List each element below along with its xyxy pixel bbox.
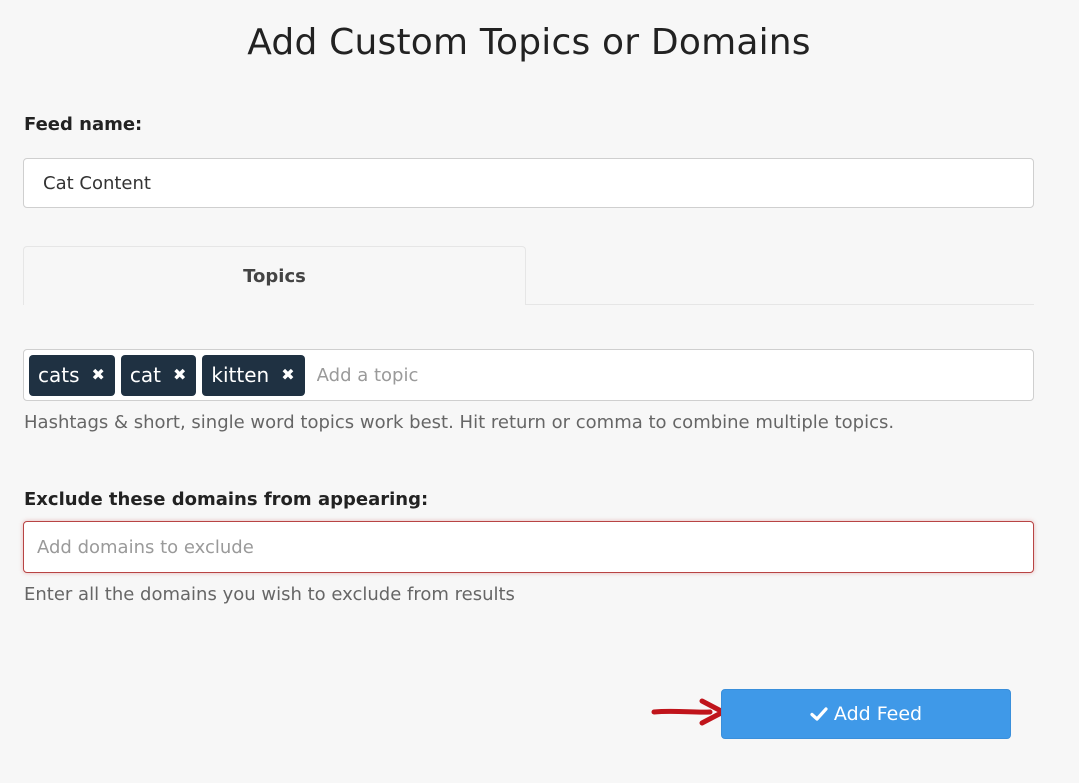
topics-help-text: Hashtags & short, single word topics wor…	[24, 412, 895, 433]
close-icon[interactable]: ✖	[92, 367, 105, 383]
add-topic-input[interactable]	[310, 354, 431, 396]
add-feed-button[interactable]: Add Feed	[721, 689, 1011, 739]
red-arrow-icon	[651, 698, 726, 726]
topic-tag-label: cats	[38, 363, 80, 387]
exclude-domains-label: Exclude these domains from appearing:	[24, 489, 429, 510]
feed-name-input[interactable]	[23, 158, 1034, 208]
topic-tag: kitten ✖	[202, 354, 305, 396]
tab-topics[interactable]: Topics	[23, 246, 526, 305]
add-feed-label: Add Feed	[833, 703, 923, 725]
topic-tag-label: cat	[129, 363, 162, 387]
topic-tag-label: kitten	[211, 363, 270, 387]
close-icon[interactable]: ✖	[173, 367, 186, 383]
topic-tag: cats ✖	[29, 354, 115, 396]
exclude-domains-input[interactable]	[23, 521, 1034, 573]
add-feed-page: Add Custom Topics or Domains Feed name: …	[0, 0, 1079, 783]
check-icon	[810, 706, 828, 722]
close-icon[interactable]: ✖	[281, 367, 294, 383]
topics-tag-input[interactable]: cats ✖ cat ✖ kitten ✖	[23, 349, 1034, 401]
page-title: Add Custom Topics or Domains	[247, 22, 811, 63]
exclude-help-text: Enter all the domains you wish to exclud…	[24, 584, 515, 605]
feed-name-label: Feed name:	[24, 114, 143, 135]
topic-tag: cat ✖	[120, 354, 197, 396]
